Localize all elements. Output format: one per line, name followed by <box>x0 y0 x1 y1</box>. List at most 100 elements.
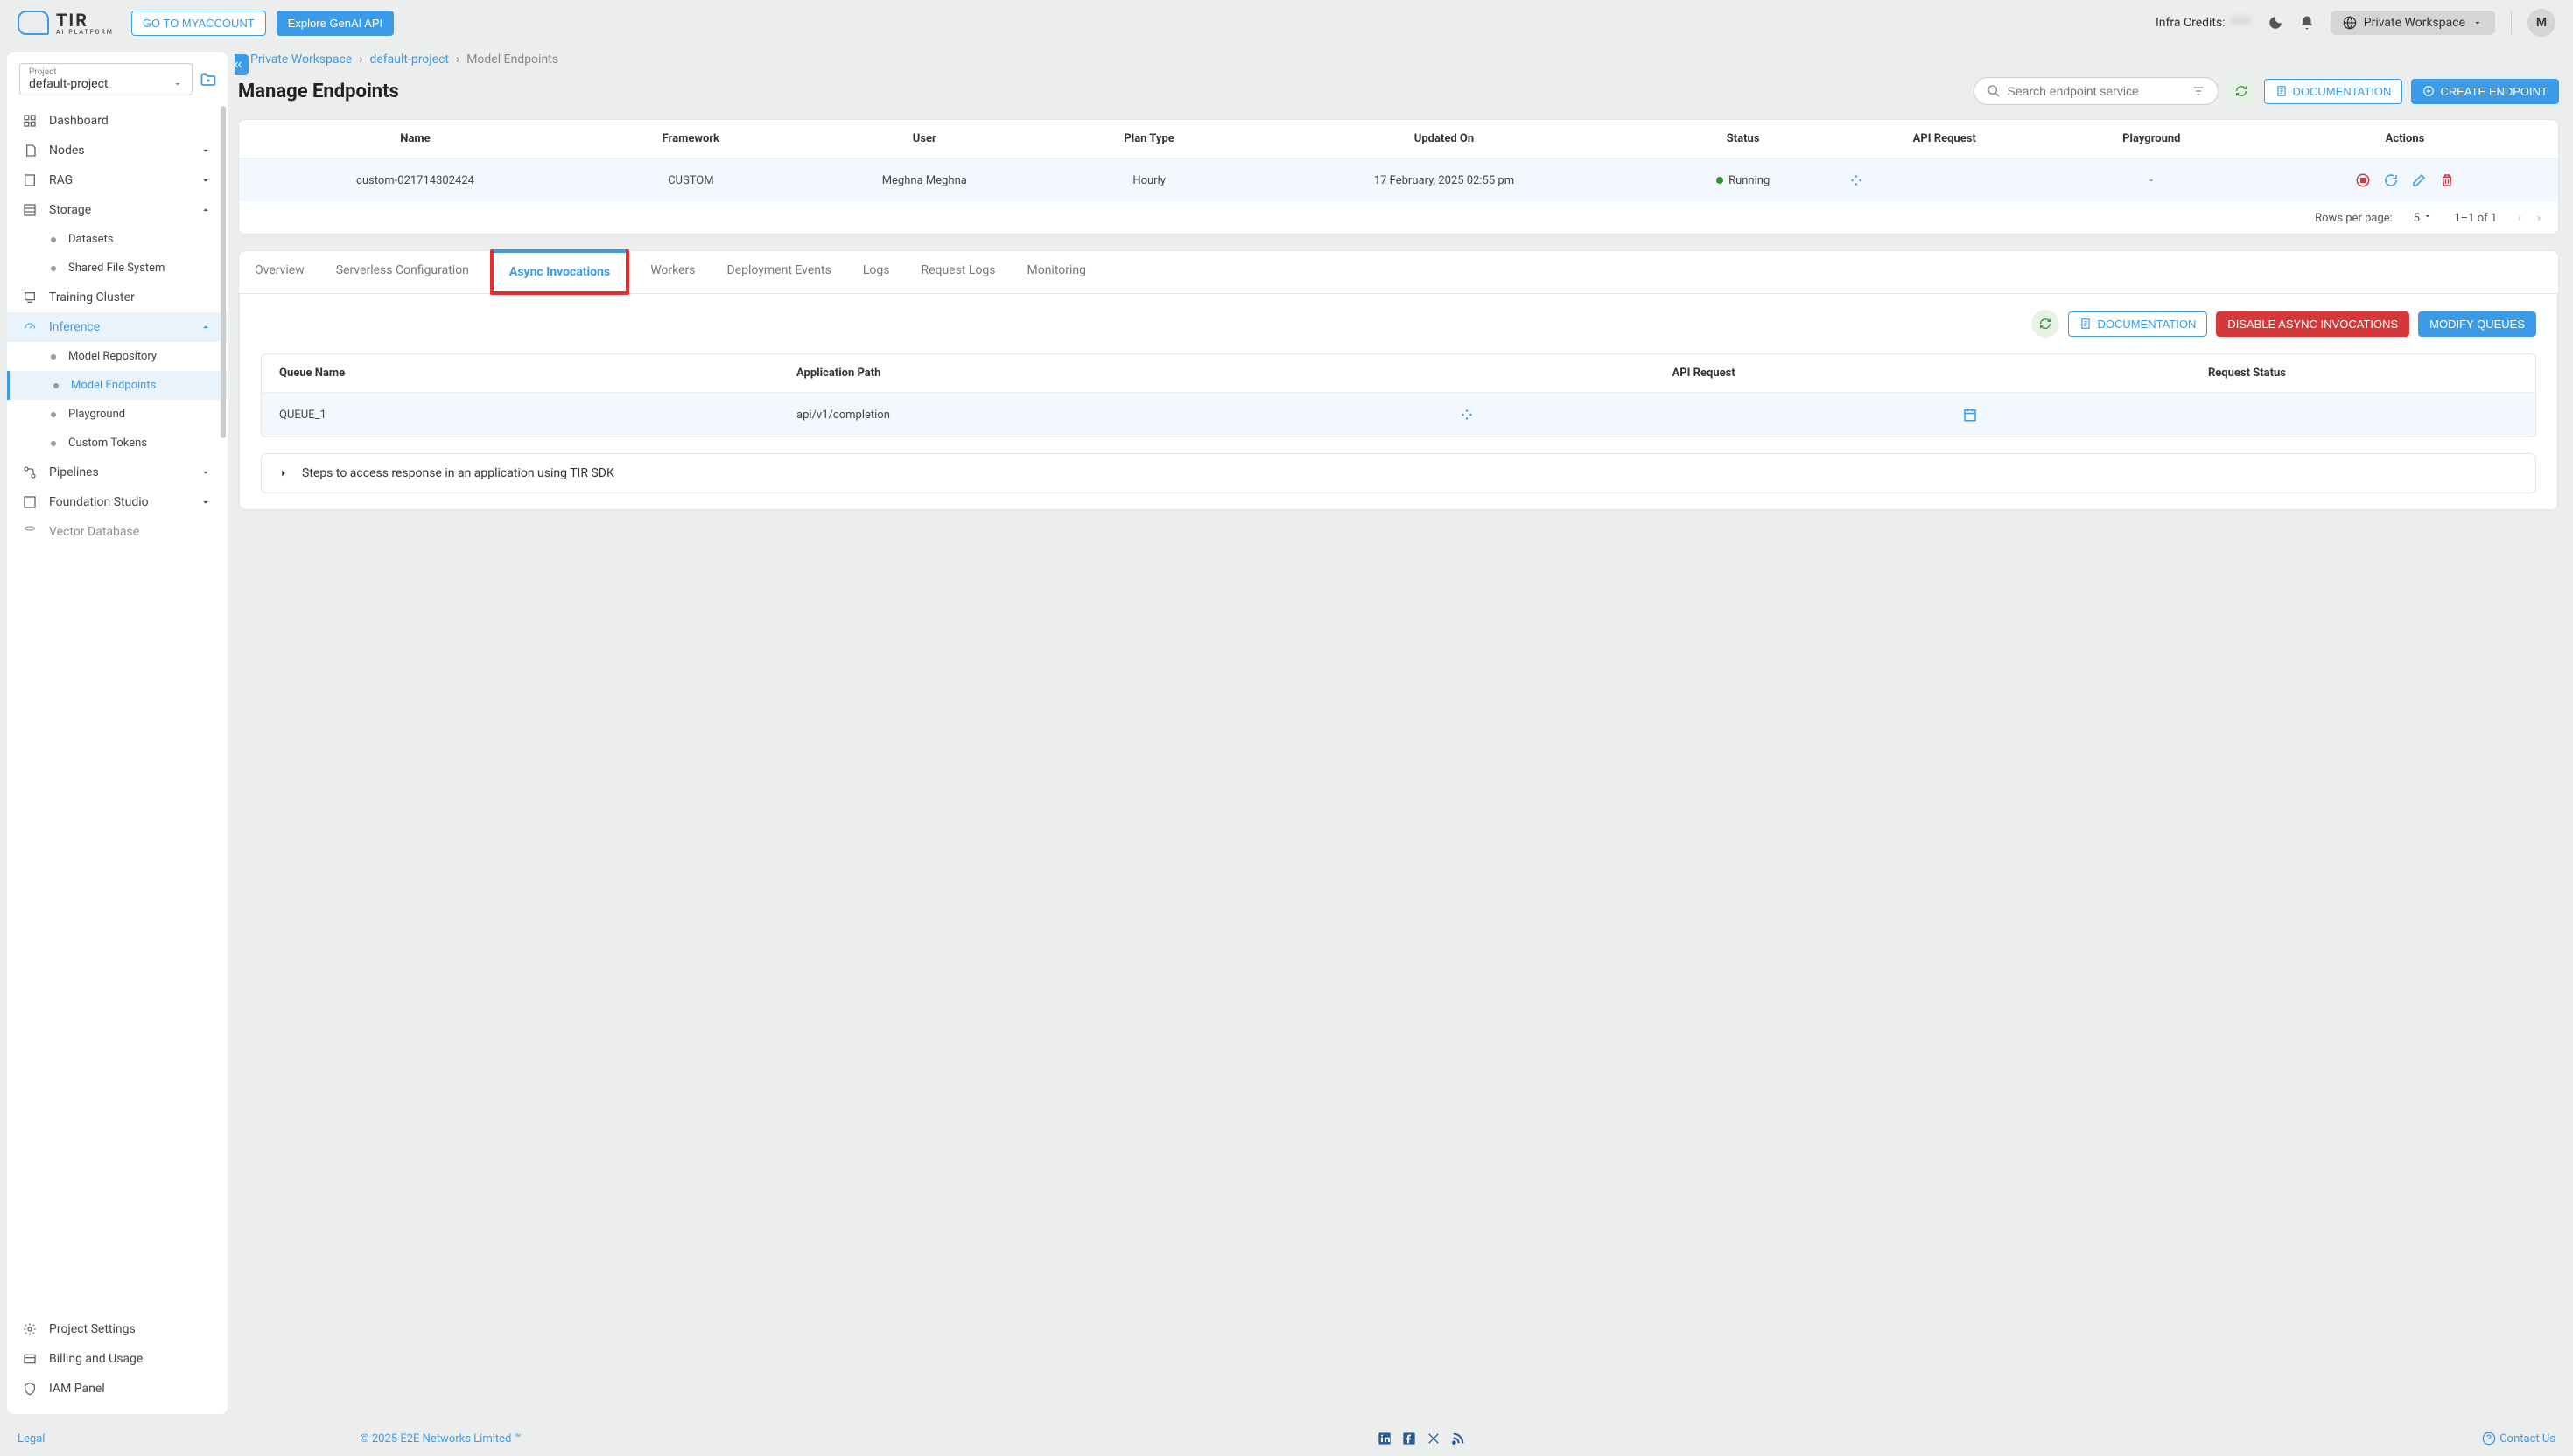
sidebar-collapse-button[interactable] <box>235 54 249 75</box>
cell-user: Meghna Meghna <box>790 158 1059 203</box>
pipeline-icon <box>23 466 37 480</box>
legal-link[interactable]: Legal <box>18 1432 45 1446</box>
breadcrumb: Private Workspace › default-project › Mo… <box>250 52 2559 66</box>
gauge-icon <box>23 320 37 334</box>
tab-workers[interactable]: Workers <box>634 251 711 293</box>
nav-datasets[interactable]: Datasets <box>7 225 228 254</box>
documentation-button[interactable]: DOCUMENTATION <box>2264 79 2403 104</box>
refresh-icon <box>2038 317 2052 331</box>
search-box[interactable] <box>1974 77 2219 105</box>
grid-icon <box>23 114 37 128</box>
tab-deployment[interactable]: Deployment Events <box>712 251 847 293</box>
nav-pipelines[interactable]: Pipelines <box>7 458 228 487</box>
refresh-button[interactable] <box>2227 77 2255 105</box>
sdk-steps-expand[interactable]: Steps to access response in an applicati… <box>261 453 2536 494</box>
linkedin-icon[interactable] <box>1378 1432 1392 1446</box>
delete-icon[interactable] <box>2439 172 2455 188</box>
workspace-selector[interactable]: Private Workspace <box>2331 10 2495 35</box>
contact-link[interactable]: Contact Us <box>2482 1432 2555 1446</box>
file-icon <box>23 144 37 158</box>
facebook-icon[interactable] <box>1402 1432 1416 1446</box>
nav-sfs[interactable]: Shared File System <box>7 254 228 283</box>
th-api: API Request <box>1838 120 2051 158</box>
queue-row[interactable]: QUEUE_1 api/v1/completion <box>262 393 2535 438</box>
modify-queues-button[interactable]: MODIFY QUEUES <box>2418 312 2536 337</box>
th-path: Application Path <box>779 354 1448 393</box>
new-project-icon[interactable] <box>200 72 215 88</box>
edit-icon[interactable] <box>2411 172 2427 188</box>
disable-async-button[interactable]: DISABLE ASYNC INVOCATIONS <box>2216 312 2409 337</box>
async-doc-button[interactable]: DOCUMENTATION <box>2068 312 2207 337</box>
bell-icon[interactable] <box>2299 15 2315 31</box>
contact-label: Contact Us <box>2499 1432 2555 1446</box>
nav-nodes[interactable]: Nodes <box>7 136 228 165</box>
chevron-down-icon <box>172 79 183 89</box>
plus-circle-icon <box>2422 85 2435 97</box>
search-input[interactable] <box>2008 84 2184 98</box>
nav-playground[interactable]: Playground <box>7 400 228 429</box>
restart-icon[interactable] <box>2383 172 2399 188</box>
nav-label: Vector Database <box>49 525 139 539</box>
nav-label: Shared File System <box>68 262 165 275</box>
rpp-select[interactable]: 5 <box>2414 211 2434 225</box>
cell-api[interactable] <box>1448 393 1952 438</box>
myaccount-button[interactable]: GO TO MYACCOUNT <box>131 10 266 36</box>
explore-genai-button[interactable]: Explore GenAI API <box>277 10 394 36</box>
credits-label: Infra Credits: <box>2156 16 2226 30</box>
nav-training[interactable]: Training Cluster <box>7 283 228 312</box>
cell-api[interactable] <box>1838 158 2051 203</box>
nav-storage[interactable]: Storage <box>7 195 228 225</box>
status-dot <box>1716 177 1723 184</box>
nav-label: Model Repository <box>68 350 157 363</box>
nav-iam[interactable]: IAM Panel <box>7 1374 228 1404</box>
tab-logs[interactable]: Logs <box>847 251 906 293</box>
next-page-icon[interactable]: › <box>2537 212 2541 225</box>
cell-status[interactable] <box>1952 393 2535 438</box>
breadcrumb-project[interactable]: default-project <box>369 52 449 66</box>
nav-rag[interactable]: RAG <box>7 165 228 195</box>
breadcrumb-workspace[interactable]: Private Workspace <box>250 52 352 66</box>
nav-model-endpoints[interactable]: Model Endpoints <box>7 371 228 400</box>
x-icon[interactable] <box>1427 1432 1441 1446</box>
tab-serverless[interactable]: Serverless Configuration <box>320 251 485 293</box>
tab-async[interactable]: Async Invocations <box>490 249 629 295</box>
rss-icon[interactable] <box>1451 1432 1465 1446</box>
nav-model-repo[interactable]: Model Repository <box>7 342 228 371</box>
nav-custom-tokens[interactable]: Custom Tokens <box>7 429 228 458</box>
th-api: API Request <box>1448 354 1952 393</box>
chevron-left-icon <box>235 59 244 71</box>
project-selector[interactable]: Project default-project <box>19 63 193 95</box>
stop-icon[interactable] <box>2355 172 2371 188</box>
infra-credits: Infra Credits: **** <box>2156 16 2252 30</box>
tab-overview[interactable]: Overview <box>239 251 320 293</box>
create-endpoint-button[interactable]: CREATE ENDPOINT <box>2411 79 2559 104</box>
nav-foundation[interactable]: Foundation Studio <box>7 487 228 517</box>
tab-reqlogs[interactable]: Request Logs <box>905 251 1011 293</box>
search-icon <box>1987 84 2001 98</box>
nav-inference[interactable]: Inference <box>7 312 228 342</box>
nav-scroll[interactable]: Dashboard Nodes RAG Storage Datasets Sha… <box>7 106 228 1314</box>
prev-page-icon[interactable]: ‹ <box>2518 212 2521 225</box>
th-status: Request Status <box>1952 354 2535 393</box>
nav-dashboard[interactable]: Dashboard <box>7 106 228 136</box>
db-icon <box>23 525 37 539</box>
storage-icon <box>23 203 37 217</box>
avatar[interactable]: M <box>2527 9 2555 37</box>
chevron-right-icon <box>277 467 290 480</box>
nav-vectordb[interactable]: Vector Database <box>7 517 228 547</box>
filter-icon[interactable] <box>2191 84 2205 98</box>
nav-billing[interactable]: Billing and Usage <box>7 1344 228 1374</box>
scrollbar[interactable] <box>221 106 226 438</box>
rpp-label: Rows per page: <box>2315 212 2393 225</box>
table-row[interactable]: custom-021714302424 CUSTOM Meghna Meghna… <box>239 158 2558 203</box>
theme-icon[interactable] <box>2268 15 2283 31</box>
cell-framework: CUSTOM <box>592 158 790 203</box>
refresh-async-button[interactable] <box>2031 310 2059 338</box>
tab-monitoring[interactable]: Monitoring <box>1011 251 1102 293</box>
nav-project-settings[interactable]: Project Settings <box>7 1314 228 1344</box>
help-icon <box>2482 1432 2496 1446</box>
nav-label: Storage <box>49 203 91 217</box>
nav-label: Datasets <box>68 233 114 246</box>
nav-label: Billing and Usage <box>49 1352 143 1366</box>
nav-label: IAM Panel <box>49 1382 105 1396</box>
